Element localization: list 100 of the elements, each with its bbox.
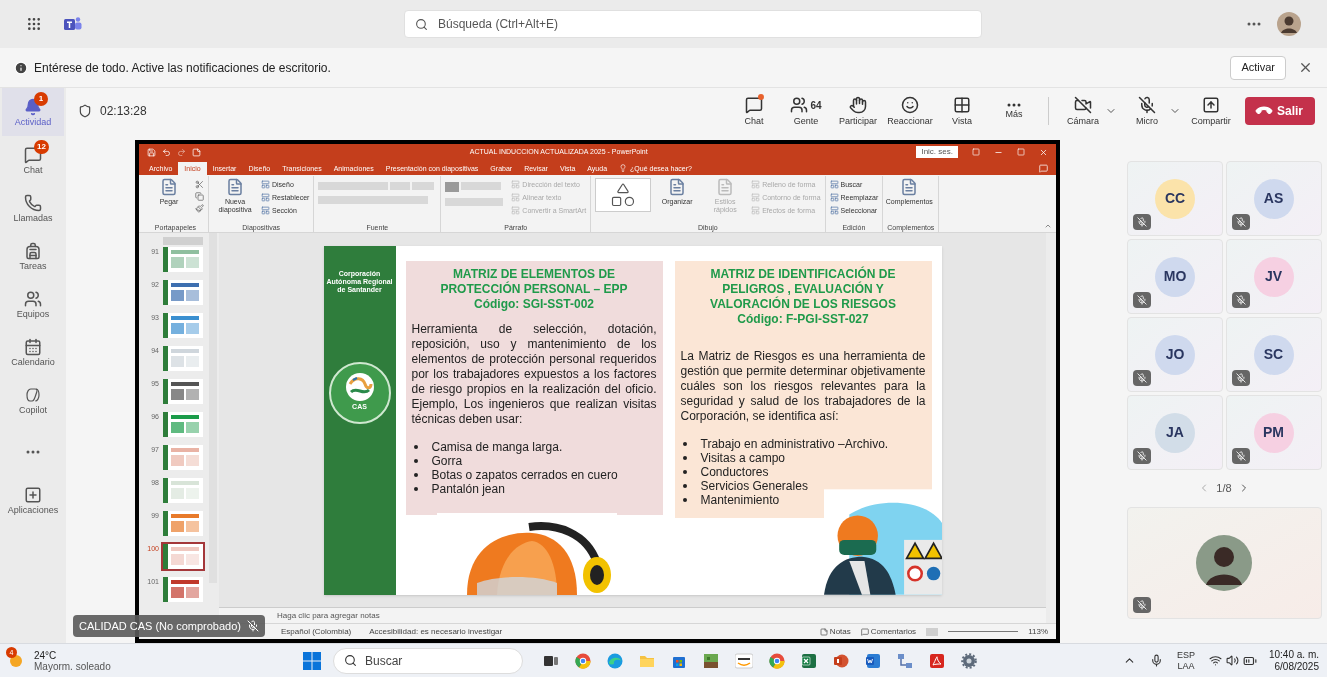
- presentation-app-icon[interactable]: [833, 652, 849, 669]
- layout-icon: [511, 193, 521, 202]
- rail-item[interactable]: Equipos: [2, 280, 64, 328]
- toolbar-button[interactable]: Chat: [728, 91, 780, 131]
- scissors-icon[interactable]: [195, 180, 204, 189]
- activate-button[interactable]: Activar: [1230, 55, 1286, 80]
- rail-item[interactable]: Llamadas: [2, 184, 64, 232]
- teams-logo-icon[interactable]: [64, 16, 82, 32]
- toolbar-button[interactable]: Vista: [936, 91, 988, 131]
- panel-title: MATRIZ DE IDENTIFICACIÓN DE PELIGROS , EVALUACIÓN Y VALORACIÓN DE LOS RIESGOS: [709, 266, 897, 312]
- bullet-item: Pantalón jean: [411, 481, 657, 496]
- slideshow-icon[interactable]: [192, 147, 201, 157]
- rail-item[interactable]: Actividad 1: [2, 88, 64, 136]
- toolbar-button[interactable]: Cámara: [1057, 91, 1109, 131]
- comment-icon[interactable]: [1039, 164, 1048, 173]
- close-icon[interactable]: [1298, 60, 1313, 75]
- slide-thumbnail[interactable]: [163, 346, 203, 371]
- slide-thumbnail[interactable]: [163, 577, 203, 602]
- ribbon-display-icon[interactable]: [972, 148, 980, 156]
- rail-item[interactable]: Tareas: [2, 232, 64, 280]
- more-icon[interactable]: [1007, 103, 1021, 107]
- browser-icon[interactable]: [575, 652, 591, 669]
- start-icon[interactable]: [303, 651, 321, 670]
- slide-thumbnail[interactable]: [163, 445, 203, 470]
- app-launcher-icon[interactable]: [26, 16, 42, 32]
- layout-icon: [751, 193, 761, 202]
- rail-item[interactable]: Calendario: [2, 328, 64, 376]
- document-icon: [160, 178, 178, 196]
- rail-item[interactable]: Aplicaciones: [2, 476, 64, 524]
- share-icon: [1202, 96, 1220, 114]
- slide-thumbnail[interactable]: [163, 313, 203, 338]
- rail-item[interactable]: Copilot: [2, 376, 64, 424]
- hand-icon: [849, 96, 867, 114]
- accessibility-status[interactable]: Accesibilidad: es necesario investigar: [369, 625, 503, 638]
- meeting-timer: 02:13:28: [100, 103, 147, 120]
- mic-off-icon: [1136, 599, 1147, 610]
- input-language: ESP: [1176, 649, 1195, 661]
- slide-thumbnail[interactable]: [163, 379, 203, 404]
- page-indicator: 1/8: [1216, 481, 1232, 496]
- rail-item[interactable]: Chat 12: [2, 136, 64, 184]
- comments-button[interactable]: Comentarios: [860, 625, 917, 638]
- sign-in-button[interactable]: Inic. ses.: [916, 146, 958, 158]
- user-avatar[interactable]: [1277, 12, 1301, 36]
- toolbar-button[interactable]: Participar: [832, 91, 884, 131]
- mic-icon[interactable]: [1149, 654, 1163, 667]
- browser-icon[interactable]: [607, 652, 623, 669]
- collapse-ribbon-icon[interactable]: [1044, 222, 1052, 230]
- save-icon[interactable]: [147, 147, 156, 157]
- toolbar-button[interactable]: Reaccionar: [884, 91, 936, 131]
- slide-thumbnail[interactable]: [163, 544, 203, 569]
- more-icon[interactable]: [1247, 22, 1261, 26]
- browser-icon[interactable]: [769, 652, 785, 669]
- mic-off-icon: [1137, 451, 1147, 461]
- panel-code: Código: F-PGI-SST-027: [736, 311, 870, 327]
- taskbar-search-field[interactable]: Buscar: [333, 647, 523, 674]
- shapes-gallery-icon[interactable]: [595, 178, 652, 212]
- gear-icon[interactable]: [961, 652, 977, 669]
- leave-button[interactable]: Salir: [1245, 97, 1315, 125]
- mic-off-icon: [1235, 373, 1246, 383]
- layout-icon: [829, 206, 839, 215]
- slide-thumbnail[interactable]: [163, 478, 203, 503]
- bullet-icon: [682, 469, 687, 474]
- bullet-item: Gorra: [411, 453, 657, 468]
- document-icon: [716, 178, 735, 196]
- brush-icon[interactable]: [195, 204, 204, 213]
- slide-thumbnail[interactable]: [163, 511, 203, 536]
- bullet-item: Servicios Generales: [680, 478, 926, 493]
- undo-icon[interactable]: [162, 147, 171, 157]
- game-icon[interactable]: [703, 652, 719, 669]
- keyboard-layout: LAA: [1177, 660, 1195, 672]
- pdf-app-icon[interactable]: [929, 652, 945, 669]
- notes-button[interactable]: Notas: [819, 625, 851, 638]
- unread-badge: 12: [34, 140, 49, 154]
- toolbar-button[interactable]: 64 Gente: [780, 91, 832, 131]
- notes-icon: [819, 627, 828, 636]
- diagram-icon[interactable]: [897, 652, 913, 669]
- notification-message: Entérese de todo. Active las notificaciones de escritorio.: [34, 59, 331, 77]
- wifi-icon[interactable]: [1208, 654, 1222, 667]
- spreadsheet-app-icon[interactable]: [801, 652, 817, 669]
- volume-icon[interactable]: [1225, 654, 1239, 667]
- layout-icon: [261, 206, 270, 215]
- slide-thumbnail[interactable]: [163, 412, 203, 437]
- toolbar-button[interactable]: Micro: [1121, 91, 1173, 131]
- grid-icon: [953, 96, 971, 114]
- toolbar-button[interactable]: Más: [988, 91, 1040, 131]
- maximize-icon[interactable]: [1017, 148, 1025, 156]
- phone-icon: [24, 193, 42, 212]
- panel-paragraph: La Matriz de Riesgos es una herramienta de gestión que permite determinar objetivamente cuáles son los riesgos relevantes para la seguridad y salud de los trabajadores de la Corporación, se identifica así:: [680, 348, 926, 424]
- bullet-item: Camisa de manga larga.: [411, 439, 657, 454]
- slide-thumbnail[interactable]: [163, 247, 203, 272]
- slide-thumbnail[interactable]: [163, 237, 203, 245]
- toolbar-button[interactable]: Compartir: [1185, 91, 1237, 131]
- document-app-icon[interactable]: [865, 652, 881, 669]
- close-icon[interactable]: [1039, 147, 1048, 157]
- shopping-app-icon[interactable]: [735, 652, 753, 669]
- search-field[interactable]: Búsqueda (Ctrl+Alt+E): [404, 10, 982, 38]
- notes-placeholder[interactable]: Haga clic para agregar notas: [277, 609, 380, 622]
- document-icon: [226, 178, 244, 196]
- slide-thumbnail[interactable]: [163, 280, 203, 305]
- avatar: MO: [1155, 256, 1195, 297]
